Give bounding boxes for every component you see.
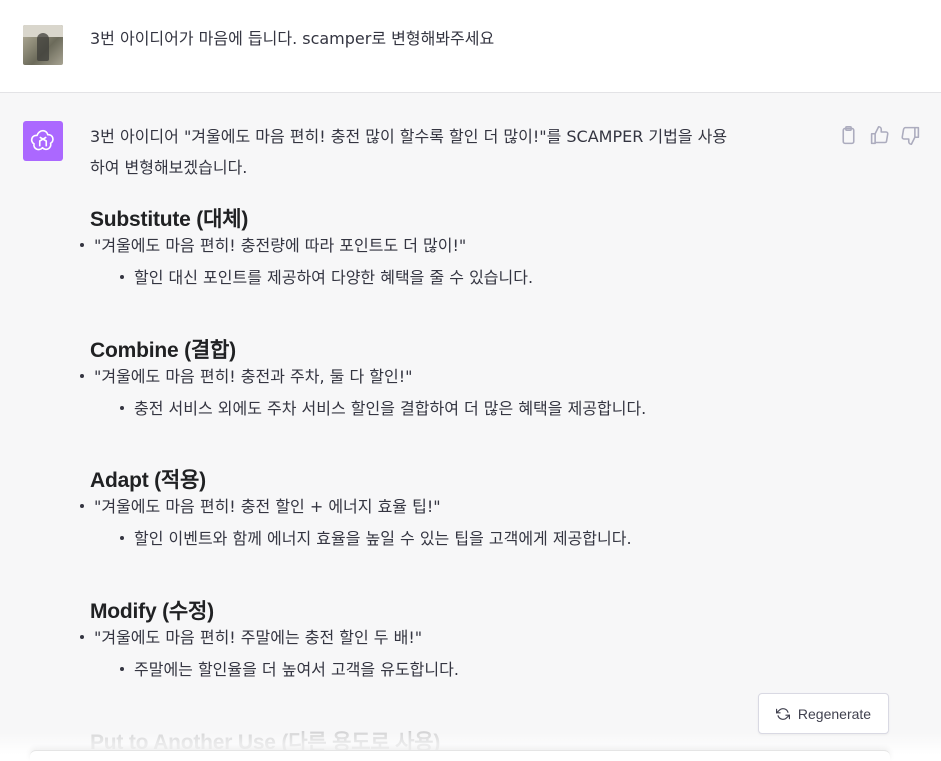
regenerate-button[interactable]: Regenerate bbox=[758, 693, 889, 734]
thumbs-up-icon[interactable] bbox=[869, 125, 890, 146]
clipboard-icon[interactable] bbox=[838, 125, 859, 146]
assistant-message-row: 3번 아이디어 "겨울에도 마음 편히! 충전 많이 할수록 할인 더 많이!"… bbox=[0, 93, 941, 755]
sub-list-item: 할인 이벤트와 함께 에너지 효율을 높일 수 있는 팁을 고객에게 제공합니다… bbox=[120, 526, 632, 552]
list-item: "겨울에도 마음 편히! 충전과 주차, 둘 다 할인!" bbox=[80, 364, 412, 390]
openai-logo-icon bbox=[23, 121, 63, 161]
message-input-edge[interactable] bbox=[30, 750, 890, 761]
section-combine: Combine (결합) "겨울에도 마음 편히! 충전과 주차, 둘 다 할인… bbox=[80, 334, 830, 418]
assistant-message-content: 3번 아이디어 "겨울에도 마음 편히! 충전 많이 할수록 할인 더 많이!"… bbox=[80, 121, 820, 754]
list-item: "겨울에도 마음 편히! 주말에는 충전 할인 두 배!" bbox=[80, 625, 422, 651]
list-item: "겨울에도 마음 편히! 충전 할인 + 에너지 효율 팁!" bbox=[80, 494, 441, 520]
section-heading: Modify (수정) bbox=[90, 600, 214, 623]
message-actions bbox=[838, 125, 921, 146]
section-adapt: Adapt (적용) "겨울에도 마음 편히! 충전 할인 + 에너지 효율 팁… bbox=[80, 464, 830, 548]
sub-list-item: 주말에는 할인율을 더 높여서 고객을 유도합니다. bbox=[120, 657, 459, 683]
user-message-row: 3번 아이디어가 마음에 듭니다. scamper로 변형해봐주세요 bbox=[0, 0, 941, 93]
section-heading: Adapt (적용) bbox=[90, 469, 206, 492]
section-substitute: Substitute (대체) "겨울에도 마음 편히! 충전량에 따라 포인트… bbox=[80, 203, 830, 287]
list-item: "겨울에도 마음 편히! 충전량에 따라 포인트도 더 많이!" bbox=[80, 233, 466, 259]
section-modify: Modify (수정) "겨울에도 마음 편히! 주말에는 충전 할인 두 배!… bbox=[80, 595, 830, 679]
intro-line-2: 하여 변형해보겠습니다. bbox=[90, 158, 248, 177]
regenerate-label: Regenerate bbox=[797, 705, 872, 722]
intro-line-1: 3번 아이디어 "겨울에도 마음 편히! 충전 많이 할수록 할인 더 많이!"… bbox=[90, 127, 728, 146]
sub-list-item: 할인 대신 포인트를 제공하여 다양한 혜택을 줄 수 있습니다. bbox=[120, 265, 533, 291]
refresh-icon bbox=[775, 707, 790, 721]
section-heading: Substitute (대체) bbox=[90, 208, 249, 231]
user-message-text: 3번 아이디어가 마음에 듭니다. scamper로 변형해봐주세요 bbox=[90, 29, 495, 48]
thumbs-down-icon[interactable] bbox=[900, 125, 921, 146]
user-avatar bbox=[23, 25, 63, 65]
intro-paragraph: 3번 아이디어 "겨울에도 마음 편히! 충전 많이 할수록 할인 더 많이!"… bbox=[90, 121, 820, 183]
section-heading: Combine (결합) bbox=[90, 339, 236, 362]
sub-list-item: 충전 서비스 외에도 주차 서비스 할인을 결합하여 더 많은 혜택을 제공합니… bbox=[120, 396, 646, 422]
